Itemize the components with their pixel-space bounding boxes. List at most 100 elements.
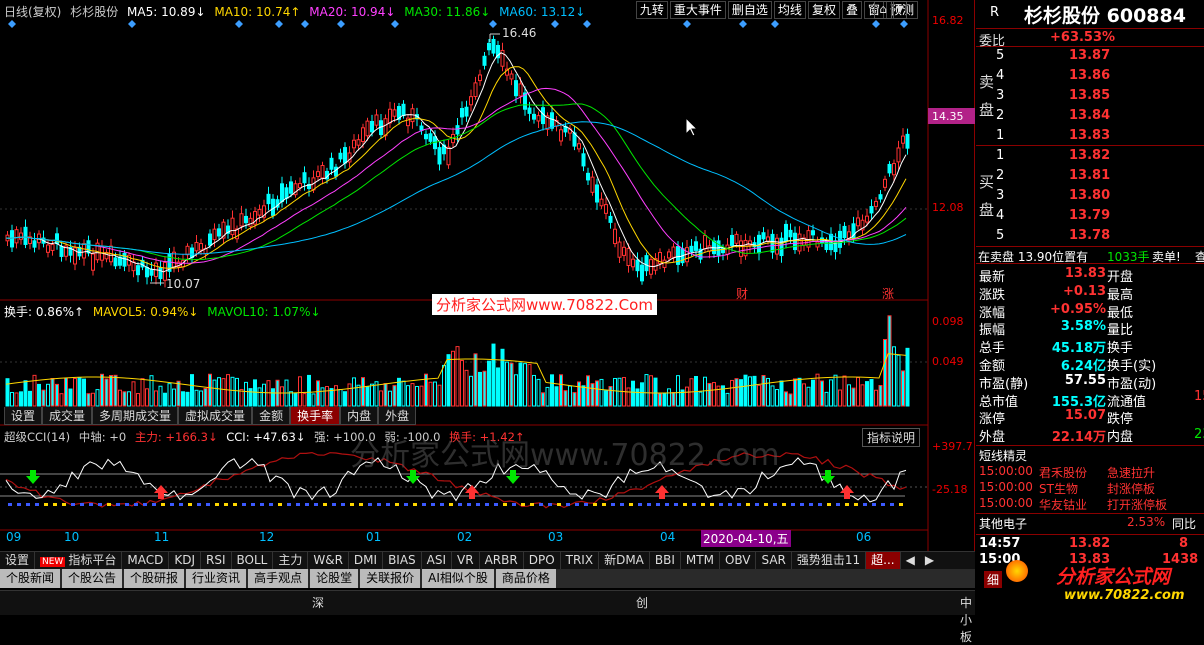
indicator-more[interactable]: 超... <box>866 552 901 569</box>
limit-up-marker[interactable]: 涨 <box>882 285 894 302</box>
candle-body <box>320 165 325 179</box>
scroll-right-icon[interactable]: ▶ <box>920 552 939 569</box>
volume-bar <box>199 390 203 407</box>
cci-dot <box>764 503 768 506</box>
indicator-platform[interactable]: NEW 指标平台 <box>35 552 123 569</box>
tab-announcements[interactable]: 个股公告 <box>62 569 123 588</box>
cci-dot <box>116 503 120 506</box>
event-markers[interactable] <box>8 20 908 28</box>
candle-body <box>491 38 496 54</box>
indicator-dmi[interactable]: DMI <box>349 552 384 569</box>
indicator-trix[interactable]: TRIX <box>561 552 600 569</box>
volume-bar <box>730 379 734 407</box>
chart-area[interactable]: 日线(复权) 杉杉股份 MA5: 10.89↓ MA10: 10.74↑ MA2… <box>0 0 975 569</box>
sector-row[interactable]: 其他电子 2.53% 同比 <box>976 513 1204 532</box>
indicator-boll[interactable]: BOLL <box>232 552 274 569</box>
volume-bar <box>77 377 82 407</box>
tab-turnover[interactable]: 换手率 <box>290 407 341 425</box>
indicator-dpo[interactable]: DPO <box>524 552 561 569</box>
volume-bar <box>433 381 437 407</box>
tab-news[interactable]: 个股新闻 <box>0 569 61 588</box>
ask-row[interactable]: 4 13.86 <box>976 67 1204 84</box>
tab-outer[interactable]: 外盘 <box>378 407 417 425</box>
tab-ai-similar[interactable]: AI相似个股 <box>422 569 494 588</box>
indicator-macd[interactable]: MACD <box>122 552 170 569</box>
indicator-qiangshi[interactable]: 强势狙击11 <box>792 552 867 569</box>
candle-body <box>842 225 847 239</box>
big-order-row[interactable]: 在卖盘 13.90位置有 1033手 卖单! 查 <box>976 246 1204 264</box>
ask-row[interactable]: 3 13.85 <box>976 87 1204 104</box>
volume-bar <box>455 346 460 407</box>
candle-body <box>316 171 320 178</box>
volume-bar <box>86 393 91 407</box>
tab-multi-period-volume[interactable]: 多周期成交量 <box>92 407 179 425</box>
ask-row[interactable]: 5 13.87 <box>976 47 1204 64</box>
indicator-obv[interactable]: OBV <box>720 552 757 569</box>
indicator-asi[interactable]: ASI <box>422 552 453 569</box>
tab-commodity[interactable]: 商品价格 <box>495 569 556 588</box>
status-shenzhen[interactable]: 深 <box>312 594 324 611</box>
ask-price: 13.87 <box>1069 48 1111 63</box>
tab-volume[interactable]: 成交量 <box>42 407 93 425</box>
indicator-arbr[interactable]: ARBR <box>480 552 524 569</box>
indicator-wr[interactable]: W&R <box>308 552 349 569</box>
sector-compare[interactable]: 同比 <box>1172 515 1196 532</box>
short-list-item[interactable]: 15:00:00 君禾股份 急速拉升 <box>976 464 1204 481</box>
volume-bar <box>644 374 649 407</box>
tab-amount[interactable]: 金额 <box>252 407 291 425</box>
indicator-settings[interactable]: 设置 <box>0 552 36 569</box>
bid-row[interactable]: 2 13.81 <box>976 167 1204 184</box>
volume-bar <box>253 379 257 407</box>
big-order-query[interactable]: 查 <box>1195 248 1204 265</box>
cci-dot <box>179 503 183 506</box>
indicator-mtm[interactable]: MTM <box>681 552 720 569</box>
ask-row[interactable]: 2 13.84 <box>976 107 1204 124</box>
stat-label: 振幅 <box>979 323 1006 339</box>
indicator-bbi[interactable]: BBI <box>650 552 681 569</box>
date-tick: 09 <box>6 530 22 544</box>
status-sme[interactable]: 中小板 <box>960 594 975 645</box>
tab-research[interactable]: 个股研报 <box>124 569 185 588</box>
candle-body <box>212 228 217 241</box>
short-list-item[interactable]: 15:00:00 华友钴业 打开涨停板 <box>976 496 1204 513</box>
bid-row[interactable]: 1 13.82 <box>976 147 1204 164</box>
indicator-sar[interactable]: SAR <box>756 552 792 569</box>
scroll-left-icon[interactable]: ◀ <box>901 552 920 569</box>
stat-row: 涨停 15.07 跌停 <box>976 408 1204 427</box>
volume-bar <box>590 383 595 407</box>
volume-bar <box>298 376 302 407</box>
tab-inner[interactable]: 内盘 <box>340 407 379 425</box>
candle-body <box>145 267 149 278</box>
tab-virtual-volume[interactable]: 虚拟成交量 <box>178 407 253 425</box>
volume-bar <box>496 367 500 407</box>
indicator-vr[interactable]: VR <box>452 552 480 569</box>
tab-forum[interactable]: 论股堂 <box>310 569 359 588</box>
candle-body <box>172 251 176 268</box>
indicator-kdj[interactable]: KDJ <box>169 552 201 569</box>
cci-dot <box>809 503 813 506</box>
candle-body <box>509 73 514 80</box>
finance-marker[interactable]: 财 <box>736 285 748 302</box>
ask-row[interactable]: 1 13.83 <box>976 127 1204 144</box>
short-list-item[interactable]: 15:00:00 ST生物 封涨停板 <box>976 480 1204 497</box>
detail-tab[interactable]: 细 <box>984 571 1003 588</box>
volume-bar <box>905 347 910 407</box>
volume-bar <box>770 385 775 407</box>
tab-settings[interactable]: 设置 <box>4 407 43 425</box>
indicator-main[interactable]: 主力 <box>273 552 309 569</box>
indicator-rsi[interactable]: RSI <box>201 552 232 569</box>
indicator-newdma[interactable]: 新DMA <box>599 552 650 569</box>
bid-row[interactable]: 4 13.79 <box>976 207 1204 224</box>
stat-value: 15.07 <box>1064 408 1106 424</box>
candle-body <box>527 107 532 114</box>
indicator-help-button[interactable]: 指标说明 <box>862 428 921 447</box>
bid-row[interactable]: 3 13.80 <box>976 187 1204 204</box>
indicator-bias[interactable]: BIAS <box>383 552 422 569</box>
tab-related-quotes[interactable]: 关联报价 <box>360 569 421 588</box>
status-gem[interactable]: 创 <box>636 594 648 611</box>
stat-label-2: 换手(实) <box>1107 359 1157 374</box>
tab-industry[interactable]: 行业资讯 <box>186 569 247 588</box>
tab-expert-views[interactable]: 高手观点 <box>248 569 309 588</box>
cci-dot <box>98 503 102 506</box>
bid-row[interactable]: 5 13.78 <box>976 227 1204 244</box>
